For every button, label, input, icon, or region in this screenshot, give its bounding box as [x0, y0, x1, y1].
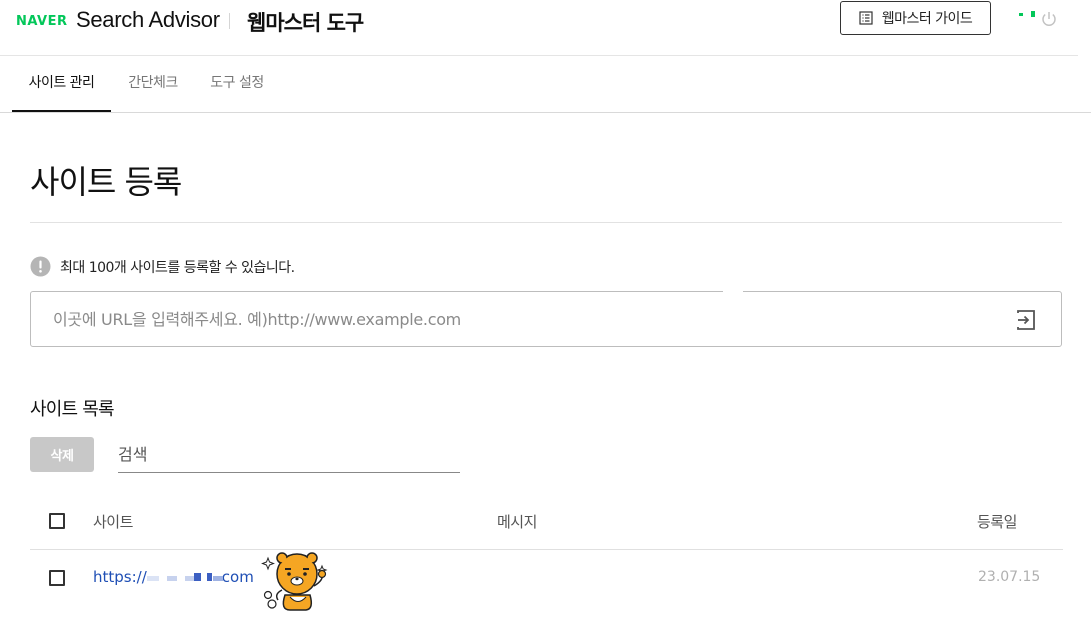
registration-notice: 최대 100개 사이트를 등록할 수 있습니다.: [30, 256, 295, 277]
document-list-icon: [859, 11, 873, 25]
search-advisor-logo[interactable]: Search Advisor: [76, 7, 220, 33]
logo-divider: [229, 13, 230, 29]
column-site: 사이트: [93, 513, 133, 531]
notice-text: 최대 100개 사이트를 등록할 수 있습니다.: [60, 259, 295, 276]
column-date: 등록일: [977, 513, 1017, 531]
site-table: 사이트 메시지 등록일 https:// com 23.07.15: [30, 494, 1063, 606]
site-url-prefix: https://: [93, 568, 147, 586]
redacted-domain: [146, 572, 223, 584]
power-icon[interactable]: [1040, 10, 1058, 28]
lion-mascot-icon: [261, 552, 328, 611]
tab-site-management[interactable]: 사이트 관리: [12, 56, 111, 112]
table-header: 사이트 메시지 등록일: [30, 494, 1063, 550]
user-indicator[interactable]: [1019, 11, 1037, 17]
url-input[interactable]: [53, 292, 983, 346]
table-row: https:// com 23.07.15: [30, 550, 1063, 606]
search-input[interactable]: [118, 437, 460, 473]
exclamation-icon: [30, 256, 51, 277]
column-message: 메시지: [497, 513, 537, 531]
main-tabs: 사이트 관리 간단체크 도구 설정: [0, 56, 1091, 113]
webmaster-tools-title: 웹마스터 도구: [247, 11, 364, 35]
title-divider: [30, 222, 1062, 223]
site-link[interactable]: https:// com: [93, 568, 254, 586]
registration-date: 23.07.15: [978, 569, 1041, 585]
page-title: 사이트 등록: [30, 163, 182, 201]
top-header: NAVER Search Advisor 웹마스터 도구 웹마스터 가이드: [0, 0, 1078, 56]
submit-arrow-icon[interactable]: [1015, 309, 1037, 331]
tab-quick-check[interactable]: 간단체크: [120, 56, 186, 112]
webmaster-guide-label: 웹마스터 가이드: [881, 11, 973, 27]
delete-button[interactable]: 삭제: [30, 437, 94, 472]
site-list-title: 사이트 목록: [30, 399, 115, 420]
naver-logo[interactable]: NAVER: [16, 14, 68, 29]
site-url-suffix: com: [221, 568, 254, 586]
url-input-box: [30, 290, 1062, 347]
webmaster-guide-button[interactable]: 웹마스터 가이드: [840, 1, 991, 35]
row-checkbox[interactable]: [49, 570, 65, 586]
tab-tool-settings[interactable]: 도구 설정: [202, 56, 272, 112]
select-all-checkbox[interactable]: [49, 513, 65, 529]
